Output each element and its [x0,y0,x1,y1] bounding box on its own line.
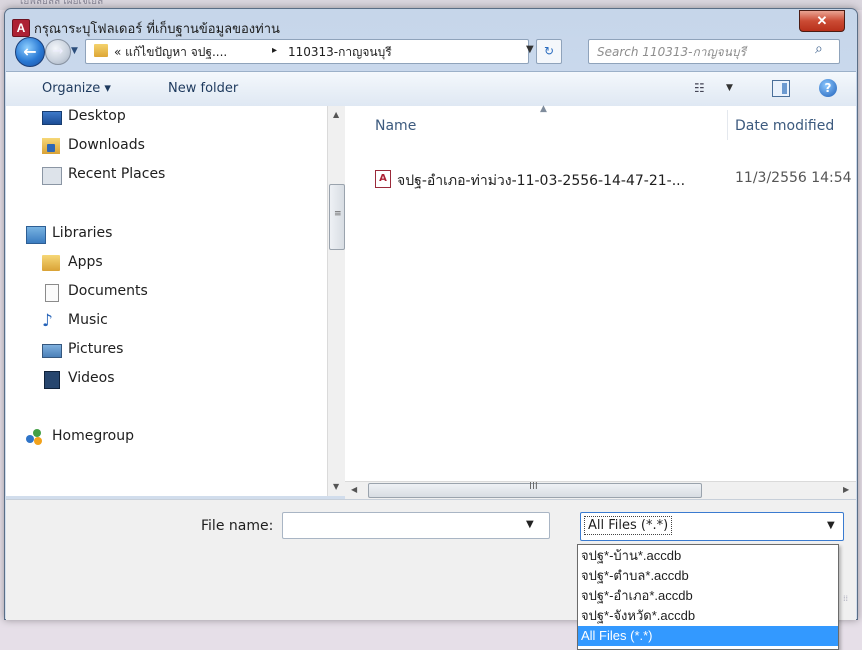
file-dialog-window: A กรุณาระบุโฟลเดอร์ ที่เก็บฐานข้อมูลของท… [4,8,858,620]
scroll-down-icon[interactable]: ▼ [333,482,339,491]
column-header-name[interactable]: Name [375,118,416,134]
file-type-select[interactable]: All Files (*.*) ▼ [580,512,844,541]
close-icon: ✕ [816,13,828,28]
sidebar-item-label: Recent Places [68,166,166,182]
file-name-dropdown-icon[interactable]: ▼ [526,519,534,530]
scroll-right-icon[interactable]: ▶ [843,485,849,494]
breadcrumb-current[interactable]: 110313-กาญจนบุรี [288,43,392,62]
organize-button[interactable]: Organize ▾ [42,81,111,96]
back-arrow-icon: ← [23,42,37,61]
breadcrumb-separator-icon[interactable]: ▸ [272,45,277,56]
sidebar-item-label: Apps [68,254,103,270]
sidebar-item-label: Music [68,312,108,328]
sidebar-item-label: Videos [68,370,115,386]
view-dropdown-icon[interactable]: ▼ [726,83,733,93]
help-icon[interactable]: ? [819,79,837,97]
downloads-folder-icon [42,138,60,154]
forward-arrow-icon: → [52,44,64,59]
file-name: จปฐ-อำเภอ-ท่าม่วง-11-03-2556-14-47-21-..… [397,173,686,189]
desktop-icon [42,111,62,125]
close-button[interactable]: ✕ [799,10,845,32]
file-name-label: File name: [201,518,274,534]
search-placeholder[interactable]: Search 110313-กาญจนบุรี [597,43,746,62]
scrollbar-thumb[interactable]: III [368,481,702,498]
file-type-option[interactable]: จปฐ*-จังหวัด*.accdb [578,606,838,626]
window-title: กรุณาระบุโฟลเดอร์ ที่เก็บฐานข้อมูลของท่า… [34,22,280,37]
sidebar-item-recent-places[interactable]: Recent Places [6,162,326,188]
file-type-option[interactable]: จปฐ*-อำเภอ*.accdb [578,586,838,606]
chevron-down-icon[interactable]: ▼ [827,520,835,531]
folder-icon [94,44,108,57]
sidebar-item-apps[interactable]: Apps [6,250,326,276]
refresh-icon: ↻ [543,44,555,58]
navigation-pane-scrollbar[interactable]: ▲ ≡ ▼ [327,106,345,496]
column-header-date-modified[interactable]: Date modified [735,118,834,134]
sidebar-item-documents[interactable]: Documents [6,279,326,305]
back-button[interactable]: ← [15,37,45,67]
sidebar-item-label: Downloads [68,137,145,153]
file-list-pane: ▲ Name Date modified A จปฐ-อำเภอ-ท่าม่วง… [345,104,856,481]
address-bar[interactable]: « แก้ไขปัญหา จปฐ.... ▸ 110313-กาญจนบุรี … [85,39,534,64]
scroll-left-icon[interactable]: ◀ [351,485,357,494]
libraries-icon [26,226,46,244]
file-list-horizontal-scrollbar[interactable]: ◀ III ▶ [345,481,856,499]
sidebar-item-label: Pictures [68,341,124,357]
file-type-option-highlighted[interactable]: All Files (*.*) [578,626,838,646]
sidebar-item-videos[interactable]: Videos [6,366,326,392]
change-view-icon[interactable]: ☷ [694,81,705,95]
videos-icon [44,371,60,389]
scrollbar-thumb[interactable]: ≡ [329,184,345,250]
sidebar-item-pictures[interactable]: Pictures [6,337,326,363]
homegroup-icon [26,429,44,445]
title-bar[interactable]: A กรุณาระบุโฟลเดอร์ ที่เก็บฐานข้อมูลของท… [5,9,857,43]
sidebar-item-label: Homegroup [52,428,135,444]
sidebar-item-libraries[interactable]: Libraries [6,221,326,247]
music-icon: ♪ [42,311,53,331]
pictures-icon [42,344,62,358]
sidebar-item-label: Desktop [68,108,126,124]
forward-button[interactable]: → [45,39,71,65]
resize-grip-icon[interactable]: ⁞⁞ [843,594,848,603]
command-toolbar: Organize ▾ New folder ☷ ▼ ? [6,71,856,107]
file-type-selected-value: All Files (*.*) [583,516,673,535]
search-icon[interactable]: ⌕ [815,41,823,57]
sidebar-item-label: Libraries [52,225,113,241]
sidebar-item-music[interactable]: ♪ Music [6,308,326,334]
sidebar-item-homegroup[interactable]: Homegroup [6,424,326,450]
address-dropdown-icon[interactable]: ▼ [526,44,534,55]
file-type-option[interactable]: จปฐ*-บ้าน*.accdb [578,546,838,566]
file-date-modified: 11/3/2556 14:54 [735,170,852,186]
navigation-pane: Desktop Downloads Recent Places Librarie… [6,106,328,496]
access-database-file-icon: A [375,170,391,188]
preview-pane-icon[interactable] [772,80,790,97]
sidebar-item-label: Documents [68,283,148,299]
file-type-option[interactable]: จปฐ*-ตำบล*.accdb [578,566,838,586]
scrollbar-grip-icon: ≡ [334,209,342,219]
recent-places-icon [42,167,62,185]
access-app-icon: A [12,19,30,37]
sort-ascending-icon: ▲ [540,104,547,114]
search-box[interactable]: Search 110313-กาญจนบุรี ⌕ [588,39,840,64]
sidebar-item-desktop[interactable]: Desktop [6,104,326,130]
recent-locations-dropdown-icon[interactable]: ▼ [71,46,78,56]
refresh-button[interactable]: ↻ [536,39,562,64]
scroll-up-icon[interactable]: ▲ [333,110,339,119]
new-folder-button[interactable]: New folder [168,81,238,96]
documents-icon [45,284,59,302]
sidebar-item-downloads[interactable]: Downloads [6,133,326,159]
file-name-input[interactable] [282,512,550,539]
folder-icon [42,255,60,271]
scrollbar-grip-icon: III [529,481,538,492]
file-type-dropdown-list: จปฐ*-บ้าน*.accdb จปฐ*-ตำบล*.accdb จปฐ*-อ… [577,544,839,650]
column-divider[interactable] [727,110,728,140]
breadcrumb-parent[interactable]: « แก้ไขปัญหา จปฐ.... [114,43,227,62]
file-row[interactable]: A จปฐ-อำเภอ-ท่าม่วง-11-03-2556-14-47-21-… [375,170,855,190]
